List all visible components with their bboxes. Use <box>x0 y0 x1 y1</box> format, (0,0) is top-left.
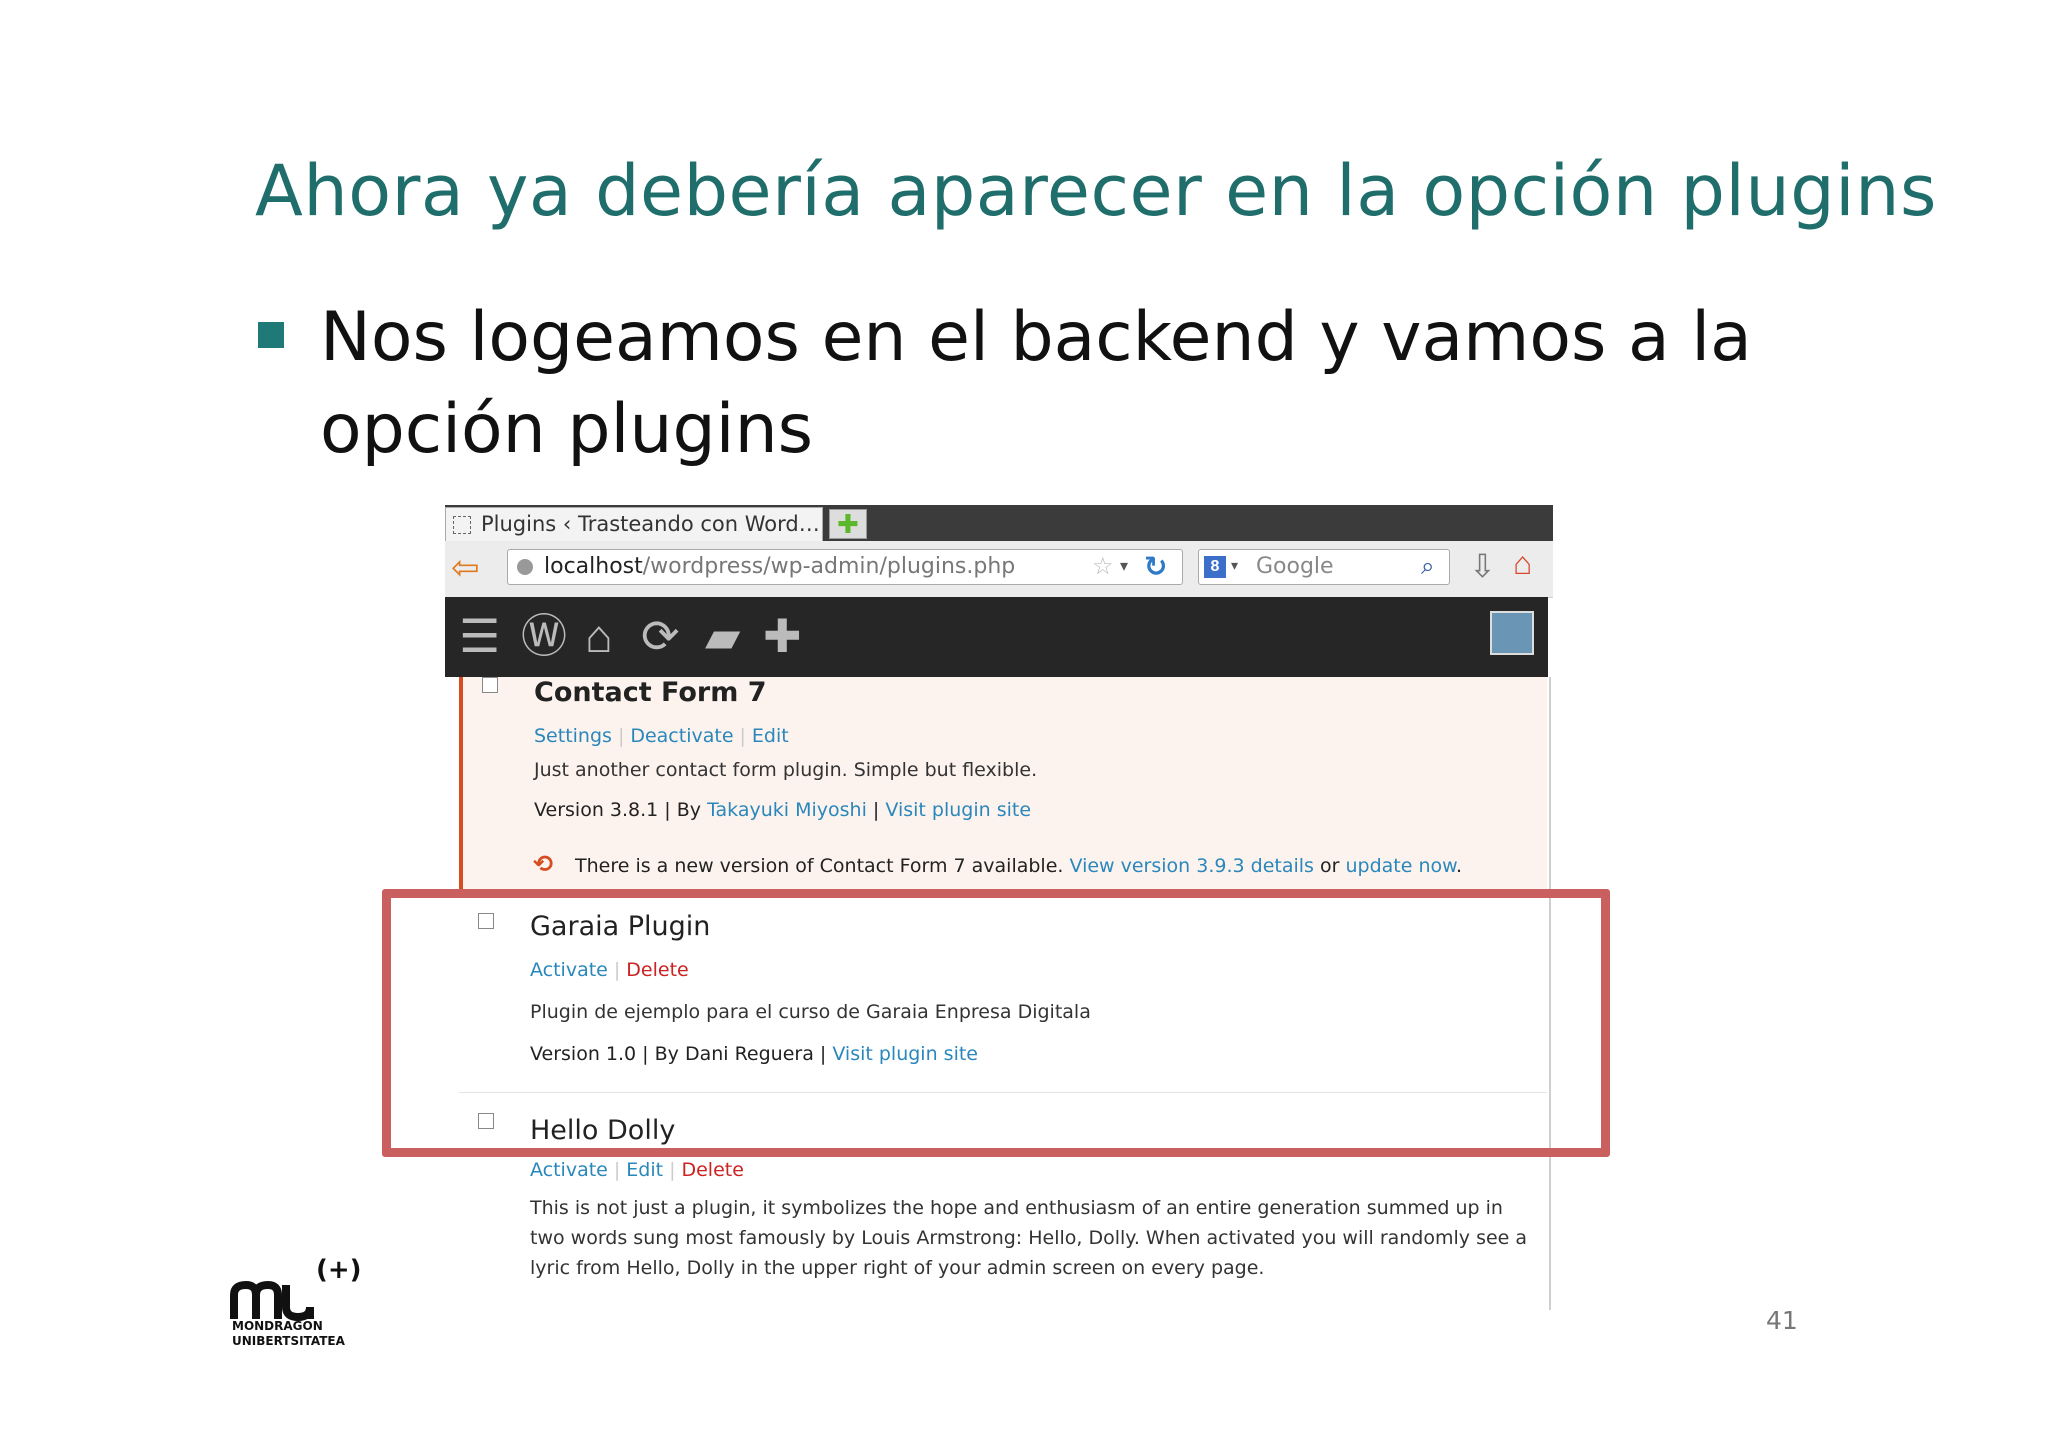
logo-mark <box>230 1281 314 1321</box>
comments-icon[interactable]: ▰ <box>705 609 740 663</box>
plugin-name: Contact Form 7 <box>534 677 767 708</box>
avatar[interactable] <box>1490 611 1534 655</box>
separator: | <box>617 725 625 747</box>
logo-line2: UNIBERTSITATEA <box>232 1334 345 1348</box>
author-link[interactable]: Takayuki Miyoshi <box>707 799 867 821</box>
update-text: There is a new version of Contact Form 7… <box>575 855 1064 877</box>
search-bar[interactable]: 8 ▾ Google ⌕ <box>1198 549 1450 585</box>
plugin-actions: Settings | Deactivate | Edit <box>534 725 789 747</box>
delete-link[interactable]: Delete <box>681 1159 743 1181</box>
url-bar[interactable]: localhost/wordpress/wp-admin/plugins.php… <box>507 549 1183 585</box>
tab-strip: Plugins ‹ Trasteando con Word… ✚ <box>445 505 1553 541</box>
logo-superscript: (+) <box>316 1255 362 1285</box>
plugin-actions: Activate | Edit | Delete <box>530 1159 744 1181</box>
google-icon[interactable]: 8 <box>1204 556 1226 578</box>
separator: | <box>669 1159 676 1181</box>
edit-link[interactable]: Edit <box>752 725 789 747</box>
home-icon[interactable]: ⌂ <box>1513 545 1532 582</box>
highlight-box <box>382 889 1610 1157</box>
logo: (+) MONDRAGON UNIBERTSITATEA <box>230 1255 370 1355</box>
plugin-description: Just another contact form plugin. Simple… <box>534 759 1038 781</box>
navigation-bar: ⇦ localhost/wordpress/wp-admin/plugins.p… <box>445 541 1553 598</box>
plugin-description: This is not just a plugin, it symbolizes… <box>530 1197 1528 1279</box>
plugin-meta: Version 3.8.1 | By Takayuki Miyoshi | Vi… <box>534 799 1032 821</box>
back-arrow-icon[interactable]: ⇦ <box>451 551 480 585</box>
slide-title: Ahora ya debería aparecer en la opción p… <box>255 150 1937 232</box>
separator: | <box>739 725 746 747</box>
search-icon[interactable]: ⌕ <box>1421 553 1434 581</box>
logo-name: MONDRAGON UNIBERTSITATEA <box>232 1319 345 1349</box>
plugin-site-link[interactable]: Visit plugin site <box>885 799 1031 821</box>
plus-icon: ✚ <box>837 509 859 539</box>
update-now-link[interactable]: update now <box>1345 855 1455 877</box>
menu-icon[interactable]: ☰ <box>459 609 500 663</box>
url-text: localhost/wordpress/wp-admin/plugins.php <box>544 554 1015 579</box>
update-message: There is a new version of Contact Form 7… <box>575 855 1462 877</box>
download-icon[interactable]: ⇩ <box>1469 547 1496 585</box>
page-number: 41 <box>1766 1306 1798 1335</box>
bullet-square <box>258 322 284 348</box>
tab-title: Plugins ‹ Trasteando con Word… <box>481 512 820 536</box>
reload-icon[interactable]: ↻ <box>1144 550 1167 583</box>
new-tab-button[interactable]: ✚ <box>829 509 867 539</box>
separator: | <box>613 1159 621 1181</box>
plugin-version: Version 3.8.1 <box>534 799 659 821</box>
activate-link[interactable]: Activate <box>530 1159 608 1181</box>
wordpress-icon[interactable]: Ⓦ <box>521 609 567 663</box>
url-host: localhost <box>544 554 643 579</box>
update-icon: ⟲ <box>533 851 554 878</box>
globe-icon <box>517 559 533 575</box>
edit-link[interactable]: Edit <box>626 1159 663 1181</box>
url-path: /wordpress/wp-admin/plugins.php <box>642 554 1016 579</box>
updates-icon[interactable]: ⟳ <box>641 609 680 663</box>
plugin-checkbox[interactable] <box>482 677 498 693</box>
bullet-text: Nos logeamos en el backend y vamos a la … <box>320 298 1752 469</box>
logo-line1: MONDRAGON <box>232 1319 323 1333</box>
plugin-row-contact-form-7: Contact Form 7 Settings | Deactivate | Edit … <box>459 677 1547 893</box>
settings-link[interactable]: Settings <box>534 725 612 747</box>
home-icon[interactable]: ⌂ <box>585 609 613 663</box>
new-content-icon[interactable]: ✚ <box>763 609 802 663</box>
wp-admin-bar: ☰ Ⓦ ⌂ ⟳ ▰ ✚ <box>445 597 1548 677</box>
star-icon[interactable]: ☆ <box>1092 552 1114 581</box>
browser-tab[interactable]: Plugins ‹ Trasteando con Word… <box>445 507 823 541</box>
tab-favicon-icon <box>453 516 471 534</box>
chevron-down-icon[interactable]: ▾ <box>1231 557 1238 574</box>
chevron-down-icon[interactable]: ▾ <box>1120 556 1128 576</box>
search-placeholder: Google <box>1256 554 1334 579</box>
view-details-link[interactable]: View version 3.9.3 details <box>1070 855 1314 877</box>
by-label: By <box>676 799 702 821</box>
deactivate-link[interactable]: Deactivate <box>630 725 733 747</box>
update-or: or <box>1320 855 1340 877</box>
